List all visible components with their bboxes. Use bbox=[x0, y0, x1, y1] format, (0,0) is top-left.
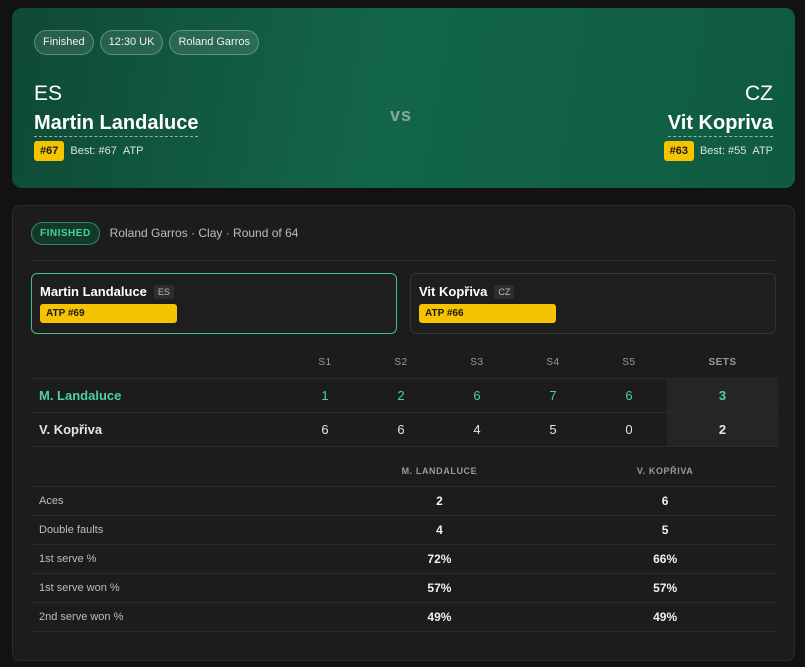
score-header-sets: SETS bbox=[708, 357, 737, 369]
stat-label: Aces bbox=[31, 486, 327, 516]
set-score: 6 bbox=[591, 377, 667, 412]
score-table: S1 S2 S3 S4 S5 SETS M. Landaluce 1 2 6 7… bbox=[31, 348, 778, 447]
stats-header-landaluce: M. LANDALUCE bbox=[401, 466, 478, 477]
player-right-tour: ATP bbox=[752, 145, 773, 157]
stat-value-landaluce: 4 bbox=[326, 515, 553, 545]
player-left-country: ES bbox=[34, 82, 63, 105]
set-score: 1 bbox=[287, 377, 363, 412]
stats-row: 1st serve won % 57% 57% bbox=[31, 573, 778, 603]
score-row-kopriva: V. Kopřiva 6 6 4 5 0 2 bbox=[31, 411, 778, 447]
stat-label: 2nd serve won % bbox=[31, 602, 327, 632]
player-card-name: Martin Landaluce bbox=[40, 284, 147, 299]
player-left-rank-badge: #67 bbox=[34, 141, 65, 161]
score-player-name[interactable]: V. Kopřiva bbox=[31, 411, 287, 447]
atp-rank-bar: ATP #66 bbox=[419, 304, 556, 323]
stat-value-landaluce: 49% bbox=[326, 602, 553, 632]
player-card-name: Vit Kopřiva bbox=[419, 284, 488, 299]
player-left: ES Martin Landaluce #67 Best: #67 ATP bbox=[34, 82, 199, 161]
country-tag: CZ bbox=[494, 284, 515, 299]
player-right-rank-badge: #63 bbox=[663, 141, 694, 161]
stat-value-kopriva: 57% bbox=[552, 573, 778, 603]
status-badge: FINISHED bbox=[31, 221, 100, 245]
versus-label: vs bbox=[390, 105, 413, 125]
player-right: CZ Vit Kopriva #63 Best: #55 ATP bbox=[663, 82, 773, 161]
score-row-landaluce: M. Landaluce 1 2 6 7 6 3 bbox=[31, 377, 778, 412]
stat-value-kopriva: 49% bbox=[552, 602, 778, 632]
status-pill[interactable]: Finished bbox=[34, 30, 94, 55]
player-card-landaluce[interactable]: Martin Landaluce ES ATP #69 bbox=[31, 273, 397, 334]
stats-row: Double faults 4 5 bbox=[31, 515, 778, 545]
set-score: 6 bbox=[287, 411, 363, 447]
stats-row: 2nd serve won % 49% 49% bbox=[31, 602, 778, 632]
player-card-kopriva[interactable]: Vit Kopřiva CZ ATP #66 bbox=[410, 273, 776, 334]
player-right-name[interactable]: Vit Kopriva bbox=[667, 110, 773, 137]
player-left-best: Best: #67 bbox=[70, 145, 117, 157]
set-score: 6 bbox=[439, 377, 515, 412]
stat-value-landaluce: 2 bbox=[326, 486, 553, 516]
score-header-s3: S3 bbox=[470, 357, 484, 369]
stats-row: Aces 2 6 bbox=[31, 486, 778, 516]
atp-rank-bar: ATP #69 bbox=[40, 304, 177, 323]
stat-label: 1st serve won % bbox=[31, 573, 327, 603]
stat-label: 1st serve % bbox=[31, 544, 327, 574]
stat-value-kopriva: 66% bbox=[552, 544, 778, 574]
time-pill[interactable]: 12:30 UK bbox=[99, 30, 164, 55]
stat-value-landaluce: 57% bbox=[326, 573, 553, 603]
stat-label: Double faults bbox=[31, 515, 327, 545]
score-player-name[interactable]: M. Landaluce bbox=[31, 377, 287, 412]
set-score: 2 bbox=[363, 377, 439, 412]
set-score: 6 bbox=[363, 411, 439, 447]
stats-header-kopriva: V. KOPŘIVA bbox=[636, 466, 694, 477]
panel-header: FINISHED Roland Garros · Clay · Round of… bbox=[31, 206, 776, 261]
stat-value-kopriva: 6 bbox=[552, 486, 778, 516]
set-score: 0 bbox=[591, 411, 667, 447]
sets-total: 2 bbox=[667, 411, 778, 447]
player-left-name[interactable]: Martin Landaluce bbox=[34, 110, 199, 137]
score-header-s4: S4 bbox=[546, 357, 560, 369]
match-subtitle: Roland Garros · Clay · Round of 64 bbox=[109, 226, 299, 240]
score-header-s2: S2 bbox=[394, 357, 408, 369]
match-hero: Finished 12:30 UK Roland Garros ES Marti… bbox=[12, 8, 795, 188]
set-score: 4 bbox=[439, 411, 515, 447]
score-header-player bbox=[31, 348, 287, 378]
set-score: 7 bbox=[515, 377, 591, 412]
player-left-tour: ATP bbox=[122, 145, 144, 157]
sets-total: 3 bbox=[667, 377, 778, 412]
match-details-panel: FINISHED Roland Garros · Clay · Round of… bbox=[12, 205, 795, 661]
status-pills: Finished 12:30 UK Roland Garros bbox=[34, 30, 773, 55]
player-cards: Martin Landaluce ES ATP #69 Vit Kopřiva … bbox=[31, 273, 776, 334]
stat-value-landaluce: 72% bbox=[326, 544, 553, 574]
stats-table: M. LANDALUCE V. KOPŘIVA Aces 2 6 Double … bbox=[31, 457, 778, 632]
tournament-pill[interactable]: Roland Garros bbox=[169, 30, 259, 55]
set-score: 5 bbox=[515, 411, 591, 447]
score-header-s5: S5 bbox=[622, 357, 636, 369]
player-right-best: Best: #55 bbox=[699, 145, 747, 157]
country-tag: ES bbox=[153, 284, 174, 299]
player-right-country: CZ bbox=[745, 82, 773, 105]
stats-row: 1st serve % 72% 66% bbox=[31, 544, 778, 574]
score-header-s1: S1 bbox=[318, 357, 332, 369]
stats-header-label bbox=[31, 457, 327, 487]
stat-value-kopriva: 5 bbox=[552, 515, 778, 545]
